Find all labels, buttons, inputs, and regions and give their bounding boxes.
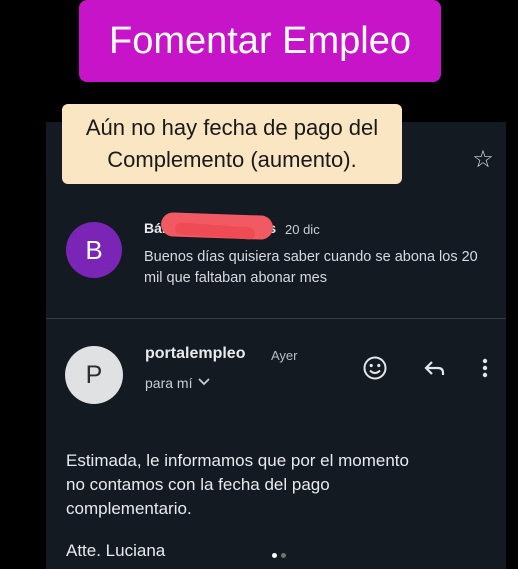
recipient-details[interactable]: para mí <box>145 375 211 391</box>
body-line: Estimada, le informamos que por el momen… <box>66 451 409 470</box>
caption-line: Aún no hay fecha de pago del <box>85 115 379 140</box>
message-body: Estimada, le informamos que por el momen… <box>66 449 506 521</box>
message-date: 20 dic <box>285 222 320 237</box>
caption-note: Aún no hay fecha de pago del Complemento… <box>62 104 402 184</box>
body-line: complementario. <box>66 499 192 518</box>
story-title-banner: Fomentar Empleo <box>79 0 441 82</box>
avatar[interactable]: P <box>65 346 123 404</box>
page-dot <box>281 553 286 558</box>
more-vert-icon[interactable] <box>470 353 500 383</box>
sender-name: portalempleo <box>145 345 246 362</box>
signature: Atte. Luciana <box>66 541 166 560</box>
reply-icon[interactable] <box>420 353 450 383</box>
emoji-reaction-icon[interactable] <box>360 353 390 383</box>
message-date: Ayer <box>271 348 298 363</box>
page-dot-active <box>272 553 277 558</box>
caption-line: Complemento (aumento). <box>107 147 357 172</box>
avatar-letter: P <box>85 361 103 389</box>
recipient-label: para mí <box>145 375 193 391</box>
message-snippet[interactable]: Buenos días quisiera saber cuando se abo… <box>144 247 494 289</box>
divider <box>46 318 506 319</box>
avatar[interactable]: B <box>66 222 122 278</box>
avatar-letter: B <box>85 235 103 265</box>
body-line: no contamos con la fecha del pago <box>66 475 330 494</box>
page-indicator <box>272 553 286 558</box>
star-icon[interactable]: ☆ <box>469 145 497 173</box>
chevron-down-icon <box>198 377 211 389</box>
